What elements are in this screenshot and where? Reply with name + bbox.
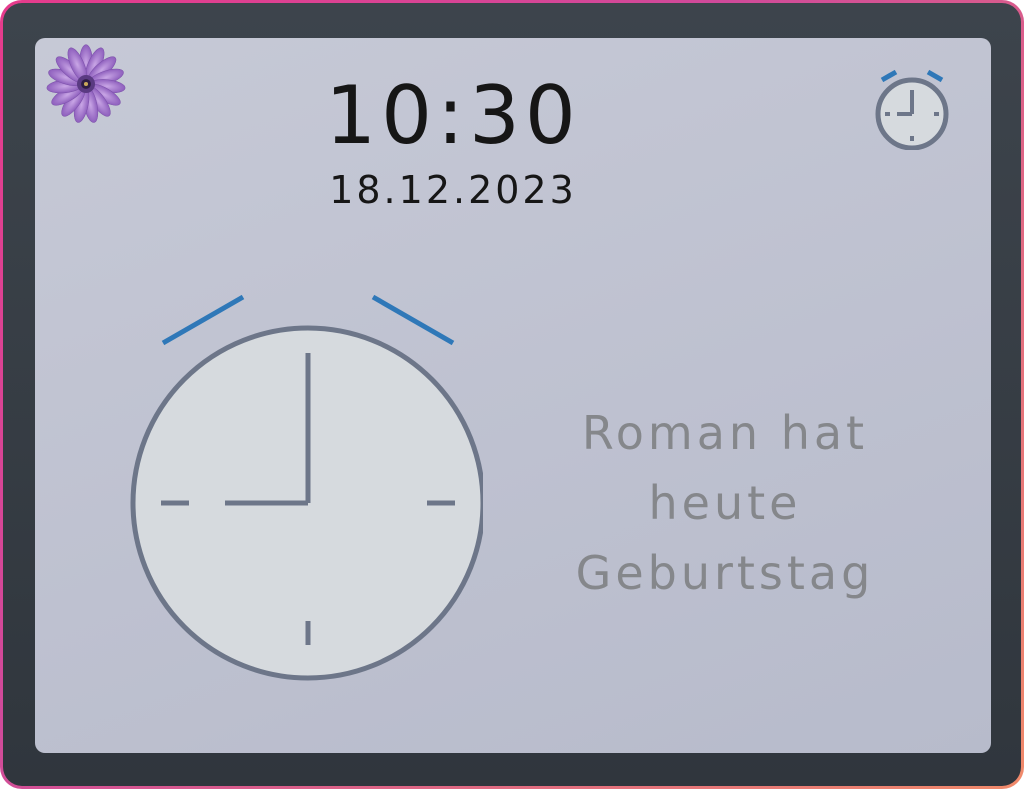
current-date: 18.12.2023 <box>329 168 577 212</box>
analog-clock-icon <box>130 294 483 681</box>
message-line-1: Roman hat <box>581 406 869 460</box>
message-line-3: Geburtstag <box>575 546 875 600</box>
alarm-bell-left <box>161 294 245 346</box>
birthday-message: Roman hat heute Geburtstag <box>525 398 925 608</box>
device-bezel: 10:30 18.12.2023 Roman hat heute Geburts… <box>3 3 1021 786</box>
current-time: 10:30 <box>325 69 581 162</box>
alarm-clock-icon[interactable] <box>870 66 954 150</box>
alarm-bell-right <box>371 294 455 346</box>
device-frame: 10:30 18.12.2023 Roman hat heute Geburts… <box>0 0 1024 789</box>
message-line-2: heute <box>648 476 802 530</box>
screen: 10:30 18.12.2023 Roman hat heute Geburts… <box>35 38 991 753</box>
